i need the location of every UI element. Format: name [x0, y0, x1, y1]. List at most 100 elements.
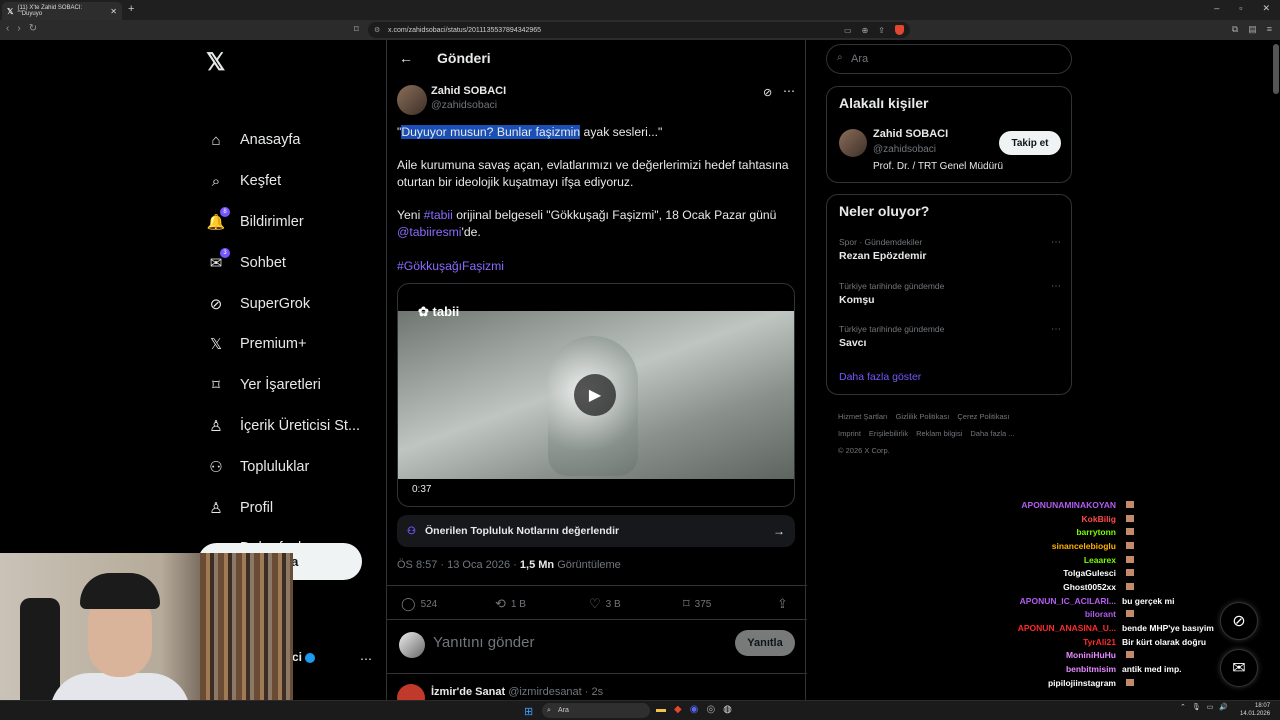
footer-link[interactable]: Imprint [838, 429, 861, 438]
zoom-icon[interactable]: ⊕ [862, 26, 869, 35]
browser-tab[interactable]: 𝕏 (11) X'te Zahid SOBACI: ""Duyuyo ✕ [2, 2, 122, 20]
chat-username[interactable]: benbitmisim [1066, 664, 1116, 674]
sidebar-item-2[interactable]: 🔔 8 Bildirimler [198, 202, 360, 243]
sidebar-item-6[interactable]: ⌑ Yer İşaretleri [198, 365, 360, 406]
trend-item[interactable]: Spor · Gündemdekiler Rezan Epözdemir ⋯ [839, 237, 1061, 262]
sidebar-item-8[interactable]: ⚇ Topluluklar [198, 446, 360, 487]
reply-button[interactable]: Yanıtla [735, 630, 795, 656]
chat-username[interactable]: APONUN_IC_ACILARI... [1020, 596, 1116, 606]
post-more-icon[interactable]: ⋯ [783, 84, 795, 98]
sidebar-item-3[interactable]: ✉ 3 Sohbet [198, 242, 360, 283]
sidebar-item-1[interactable]: ⌕ Keşfet [198, 161, 360, 202]
account-more-icon[interactable]: ⋯ [360, 652, 372, 666]
messages-fab-icon[interactable]: ✉ [1220, 649, 1258, 687]
site-info-icon[interactable]: ⚙ [374, 26, 380, 34]
taskbar-clock[interactable]: 18:07 14.01.2026 [1240, 702, 1270, 718]
maximize-button[interactable]: ▫ [1239, 3, 1242, 14]
share-action[interactable]: ⇪ [777, 596, 788, 612]
reload-icon[interactable]: ↻ [29, 23, 37, 34]
chat-username[interactable]: bilorant [1085, 609, 1116, 619]
back-arrow-icon[interactable]: ← [399, 50, 413, 66]
footer-link[interactable]: Reklam bilgisi [916, 429, 962, 438]
x-logo-icon[interactable]: 𝕏 [206, 48, 225, 77]
chat-username[interactable]: TolgaGulesci [1063, 568, 1116, 578]
forward-nav-icon[interactable]: › [17, 23, 20, 34]
network-icon[interactable]: ▭ [1207, 703, 1214, 711]
grok-fab-icon[interactable]: ⊘ [1220, 602, 1258, 640]
trend-more-icon[interactable]: ⋯ [1051, 237, 1061, 248]
extensions-icon[interactable]: ⧉ [1232, 24, 1238, 35]
chat-username[interactable]: sinancelebioglu [1052, 541, 1116, 551]
sidebar-item-7[interactable]: ♙ İçerik Üreticisi St... [198, 406, 360, 447]
sidebar-item-4[interactable]: ⊘ SuperGrok [198, 283, 360, 324]
chat-username[interactable]: APONUN_ANASINA_U... [1018, 623, 1116, 633]
search-input[interactable]: ⌕ Ara [826, 44, 1072, 74]
trend-item[interactable]: Türkiye tarihinde gündemde Komşu ⋯ [839, 281, 1061, 306]
steam-icon[interactable]: ◎ [706, 704, 715, 715]
related-handle[interactable]: @zahidsobaci [873, 144, 936, 155]
trend-more-icon[interactable]: ⋯ [1051, 324, 1061, 335]
tray-chevron-icon[interactable]: ⌃ [1180, 703, 1186, 711]
show-more-link[interactable]: Daha fazla göster [839, 371, 921, 383]
wallet-icon[interactable]: ▤ [1248, 24, 1257, 35]
video-player[interactable]: ✿ tabii ▶ 0:37 [397, 283, 795, 507]
discord-icon[interactable]: ◉ [690, 704, 699, 715]
minimize-button[interactable]: – [1214, 3, 1219, 14]
chat-username[interactable]: Leaarex [1084, 555, 1116, 565]
mic-icon[interactable]: 🎙 [1192, 703, 1201, 711]
url-bar[interactable]: ⚙ x.com/zahidsobaci/status/2011135537894… [368, 22, 910, 38]
sidebar-item-5[interactable]: 𝕏 Premium+ [198, 324, 360, 365]
reply-action[interactable]: ◯ 524 [401, 596, 437, 612]
taskbar-search[interactable]: ⌕ Ara [542, 703, 650, 718]
chat-username[interactable]: APONUNAMINAKOYAN [1021, 500, 1116, 510]
reply-input[interactable]: Yanıtını gönder [433, 634, 534, 651]
chat-username[interactable]: pipilojiinstagram [1048, 678, 1116, 688]
chat-username[interactable]: TyrAli21 [1083, 637, 1116, 647]
scrollbar-thumb[interactable] [1273, 44, 1279, 94]
menu-icon[interactable]: ≡ [1267, 24, 1272, 35]
grok-icon[interactable]: ⊘ [763, 86, 772, 99]
mention-link[interactable]: @tabiiresmi [397, 225, 462, 239]
scrollbar[interactable] [1272, 40, 1280, 700]
author-handle[interactable]: @zahidsobaci [431, 99, 506, 111]
chat-username[interactable]: MoniniHuHu [1066, 650, 1116, 660]
share-icon[interactable]: ⇪ [878, 26, 885, 35]
file-explorer-icon[interactable]: ▬ [656, 704, 666, 715]
brave-icon[interactable]: ◆ [674, 704, 682, 715]
author-avatar[interactable] [397, 85, 427, 115]
bookmark-page-icon[interactable]: ⌑ [354, 24, 359, 35]
brave-shield-icon[interactable] [895, 25, 904, 35]
repost-action[interactable]: ⟲ 1 B [495, 596, 526, 612]
related-avatar[interactable] [839, 129, 867, 157]
footer-link[interactable]: Gizlilik Politikası [896, 412, 950, 421]
sidebar-item-9[interactable]: ♙ Profil [198, 487, 360, 528]
author-name[interactable]: Zahid SOBACI [431, 85, 506, 97]
community-notes-banner[interactable]: ⚇ Önerilen Topluluk Notlarını değerlendi… [397, 515, 795, 547]
hashtag-link[interactable]: #tabii [424, 208, 453, 222]
obs-icon[interactable]: ◍ [723, 704, 732, 715]
volume-icon[interactable]: 🔊 [1219, 703, 1228, 711]
bookmark-action[interactable]: ⌑ 375 [683, 596, 711, 612]
tab-close-icon[interactable]: ✕ [110, 7, 117, 16]
follow-button[interactable]: Takip et [999, 131, 1061, 155]
new-tab-button[interactable]: + [128, 3, 134, 15]
related-name[interactable]: Zahid SOBACI [873, 128, 948, 140]
footer-link[interactable]: Hizmet Şartları [838, 412, 888, 421]
footer-link[interactable]: Çerez Politikası [957, 412, 1009, 421]
footer-link[interactable]: Daha fazla ... [970, 429, 1014, 438]
like-action[interactable]: ♡ 3 B [589, 596, 621, 612]
close-window-button[interactable]: ✕ [1262, 3, 1270, 14]
footer-link[interactable]: Erişilebilirlik [869, 429, 908, 438]
hashtag-link[interactable]: #GökkuşağıFaşizmi [397, 258, 797, 275]
cast-icon[interactable]: ▭ [844, 26, 852, 35]
post-time[interactable]: ÖS 8:57 · 13 Oca 2026 · [397, 559, 520, 571]
windows-start-icon[interactable]: ⊞ [524, 705, 533, 718]
chat-username[interactable]: Ghost0052xx [1063, 582, 1116, 592]
trend-more-icon[interactable]: ⋯ [1051, 281, 1061, 292]
chat-username[interactable]: barrytonn [1076, 527, 1116, 537]
chat-username[interactable]: KokBilig [1082, 514, 1116, 524]
footer-link[interactable]: © 2026 X Corp. [838, 446, 890, 455]
trend-item[interactable]: Türkiye tarihinde gündemde Savcı ⋯ [839, 324, 1061, 349]
next-post-author[interactable]: İzmir'de Sanat [431, 686, 505, 698]
back-nav-icon[interactable]: ‹ [6, 23, 9, 34]
